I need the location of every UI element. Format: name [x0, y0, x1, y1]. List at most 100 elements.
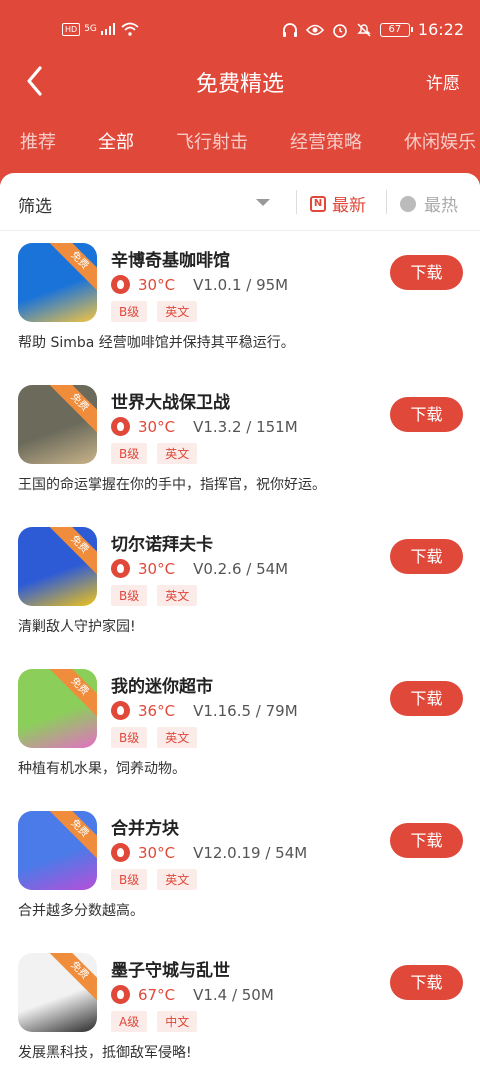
app-list-item[interactable]: 免费 辛博奇基咖啡馆 30°C V1.0.1 / 95M B级 英文 下载 帮助…: [0, 231, 480, 373]
app-version-size: V1.16.5 / 79M: [193, 701, 298, 720]
hd-indicator: HD: [62, 22, 81, 36]
tab-recommend[interactable]: 推荐: [20, 128, 56, 154]
app-description: 帮助 Simba 经营咖啡馆并保持其平稳运行。: [18, 335, 295, 351]
bomb-icon[interactable]: 免费: [18, 527, 97, 606]
free-badge: 免费: [45, 953, 97, 1005]
filter-bar: 筛选 N 最新 最热: [0, 173, 480, 231]
app-name[interactable]: 合并方块: [111, 814, 179, 839]
app-header: HD 5G 67 16:22 免费精选 许愿 推荐 全部 飞行射击 经营策略 休…: [0, 0, 480, 185]
app-tags: B级 英文: [111, 869, 198, 890]
app-list-item[interactable]: 免费 墨子守城与乱世 67°C V1.4 / 50M A级 中文 下载 发展黑科…: [0, 941, 480, 1083]
heat-icon: [111, 417, 130, 436]
app-tags: B级 英文: [111, 301, 198, 322]
content-sheet: 筛选 N 最新 最热 免费 辛博奇基咖啡馆 30°C V1.0.1 / 95M …: [0, 173, 480, 1067]
app-tags: B级 英文: [111, 727, 198, 748]
app-tags: B级 英文: [111, 443, 198, 464]
download-button[interactable]: 下载: [390, 965, 463, 1000]
clock: 16:22: [417, 20, 464, 39]
ink-castle-icon[interactable]: 免费: [18, 953, 97, 1032]
top-bar: 免费精选 许愿: [0, 56, 480, 106]
wifi-icon: [121, 22, 139, 36]
language-tag: 英文: [157, 585, 198, 606]
sort-hottest-label: 最热: [424, 196, 458, 216]
heat-icon: [111, 275, 130, 294]
network-indicator: 5G: [84, 24, 97, 34]
newest-icon: N: [310, 195, 326, 212]
wish-button[interactable]: 许愿: [426, 69, 460, 94]
sort-newest-button[interactable]: N 最新: [310, 191, 366, 216]
app-name[interactable]: 我的迷你超市: [111, 672, 213, 697]
app-name[interactable]: 切尔诺拜夫卡: [111, 530, 213, 555]
grade-tag: B级: [111, 443, 148, 464]
sort-newest-label: 最新: [332, 196, 366, 216]
grade-tag: B级: [111, 585, 148, 606]
mute-icon: [357, 22, 371, 37]
app-name[interactable]: 墨子守城与乱世: [111, 956, 230, 981]
tab-casual-entertainment[interactable]: 休闲娱乐: [404, 128, 476, 154]
supermarket-icon[interactable]: 免费: [18, 669, 97, 748]
download-button[interactable]: 下载: [390, 539, 463, 574]
language-tag: 英文: [157, 727, 198, 748]
app-meta: 67°C V1.4 / 50M: [111, 985, 274, 1004]
app-tags: A级 中文: [111, 1011, 198, 1032]
soldier-icon[interactable]: 免费: [18, 385, 97, 464]
app-list-item[interactable]: 免费 世界大战保卫战 30°C V1.3.2 / 151M B级 英文 下载 王…: [0, 373, 480, 515]
app-description: 种植有机水果，饲养动物。: [18, 761, 186, 777]
app-description: 王国的命运掌握在你的手中，指挥官，祝你好运。: [18, 477, 326, 493]
app-meta: 30°C V12.0.19 / 54M: [111, 843, 307, 862]
download-button[interactable]: 下载: [390, 397, 463, 432]
app-meta: 36°C V1.16.5 / 79M: [111, 701, 298, 720]
free-badge: 免费: [45, 385, 97, 437]
download-button[interactable]: 下载: [390, 681, 463, 716]
divider: [296, 190, 297, 214]
app-meta: 30°C V0.2.6 / 54M: [111, 559, 288, 578]
app-description: 发展黑科技，抵御敌军侵略!: [18, 1045, 192, 1061]
merge-blocks-icon[interactable]: 免费: [18, 811, 97, 890]
status-right: 67 16:22: [282, 20, 464, 39]
sort-hottest-button[interactable]: 最热: [400, 191, 458, 216]
heat-icon: [111, 701, 130, 720]
battery-indicator: 67: [379, 22, 413, 37]
download-button[interactable]: 下载: [390, 823, 463, 858]
download-button[interactable]: 下载: [390, 255, 463, 290]
grade-tag: A级: [111, 1011, 148, 1032]
grade-tag: B级: [111, 727, 148, 748]
category-tabs: 推荐 全部 飞行射击 经营策略 休闲娱乐: [0, 128, 480, 158]
app-name[interactable]: 辛博奇基咖啡馆: [111, 246, 230, 271]
headphones-icon: [282, 22, 297, 37]
filter-button[interactable]: 筛选: [18, 192, 52, 217]
app-version-size: V0.2.6 / 54M: [193, 559, 289, 578]
language-tag: 中文: [157, 1011, 198, 1032]
grade-tag: B级: [111, 301, 148, 322]
divider: [386, 190, 387, 214]
app-list-item[interactable]: 免费 合并方块 30°C V12.0.19 / 54M B级 英文 下载 合并越…: [0, 799, 480, 941]
app-heat: 30°C: [138, 843, 176, 862]
app-heat: 67°C: [138, 985, 176, 1004]
app-version-size: V1.0.1 / 95M: [193, 275, 289, 294]
signal-icon: [100, 23, 115, 35]
app-description: 清剿敌人守护家园!: [18, 619, 136, 635]
tab-all[interactable]: 全部: [98, 128, 134, 154]
heat-icon: [111, 843, 130, 862]
tab-business-strategy[interactable]: 经营策略: [290, 128, 362, 154]
alarm-icon: [333, 23, 347, 38]
app-meta: 30°C V1.3.2 / 151M: [111, 417, 298, 436]
language-tag: 英文: [157, 869, 198, 890]
app-heat: 30°C: [138, 275, 176, 294]
filter-dropdown-icon[interactable]: [256, 199, 270, 206]
app-tags: B级 英文: [111, 585, 198, 606]
free-badge: 免费: [45, 243, 97, 295]
app-name[interactable]: 世界大战保卫战: [111, 388, 230, 413]
app-version-size: V1.4 / 50M: [193, 985, 274, 1004]
free-badge: 免费: [45, 527, 97, 579]
app-list-item[interactable]: 免费 切尔诺拜夫卡 30°C V0.2.6 / 54M B级 英文 下载 清剿敌…: [0, 515, 480, 657]
free-badge: 免费: [45, 669, 97, 721]
flame-icon: [400, 195, 416, 212]
tab-flight-shooting[interactable]: 飞行射击: [176, 128, 248, 154]
app-description: 合并越多分数越高。: [18, 903, 144, 919]
cafe-cat-icon[interactable]: 免费: [18, 243, 97, 322]
app-list-item[interactable]: 免费 我的迷你超市 36°C V1.16.5 / 79M B级 英文 下载 种植…: [0, 657, 480, 799]
app-heat: 30°C: [138, 559, 176, 578]
grade-tag: B级: [111, 869, 148, 890]
eye-icon: [305, 24, 324, 35]
